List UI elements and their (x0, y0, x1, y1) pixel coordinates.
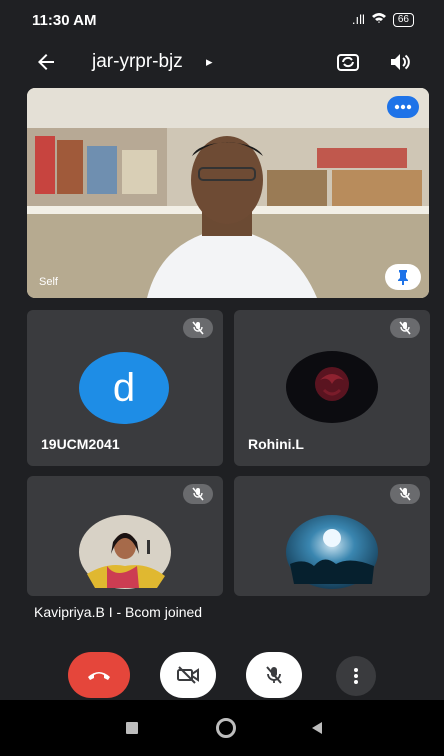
end-call-icon (88, 672, 110, 680)
battery-icon: 66 (392, 12, 414, 27)
meeting-top-bar: jar-yrpr-bjz ▸ (0, 44, 444, 84)
avatar (286, 351, 378, 423)
participant-tile[interactable]: d 19UCM2041 (27, 310, 223, 466)
video-off-icon (177, 666, 199, 684)
participant-tile[interactable]: Rohini.L (234, 310, 430, 466)
avatar (79, 515, 171, 589)
home-icon[interactable] (216, 718, 236, 738)
camera-switch-icon[interactable] (334, 48, 362, 76)
avatar-letter: d (112, 365, 136, 410)
more-vertical-icon (354, 668, 358, 684)
mic-off-icon (390, 484, 420, 504)
participant-name: 19UCM2041 (41, 436, 120, 452)
back-arrow-icon[interactable] (34, 50, 58, 74)
mic-off-icon (390, 318, 420, 338)
signal-icon: .ıll (351, 12, 365, 27)
speaker-icon[interactable] (388, 50, 412, 74)
camera-off-button[interactable] (160, 652, 216, 698)
participant-tile[interactable] (234, 476, 430, 596)
more-options-icon[interactable] (387, 96, 419, 118)
status-time: 11:30 AM (32, 12, 97, 29)
presenter-video-feed (27, 88, 429, 298)
end-call-button[interactable] (68, 652, 130, 698)
participant-name: Rohini.L (248, 436, 304, 452)
recent-apps-icon[interactable] (126, 722, 138, 734)
status-bar: 11:30 AM .ıll 66 (0, 0, 444, 40)
pin-icon[interactable] (385, 264, 421, 290)
back-nav-icon[interactable] (310, 720, 324, 736)
mic-off-icon (183, 484, 213, 504)
meeting-details-arrow-icon[interactable]: ▸ (206, 54, 213, 70)
mic-off-icon (183, 318, 213, 338)
microphone-off-button[interactable] (246, 652, 302, 698)
presenter-video-tile[interactable]: Self (27, 88, 429, 298)
more-options-button[interactable] (336, 656, 376, 696)
status-icons: .ıll 66 (352, 12, 414, 27)
avatar (286, 515, 378, 589)
wifi-icon (371, 12, 387, 27)
avatar: d (79, 352, 169, 424)
presenter-name-label: Self (39, 276, 58, 288)
mic-off-icon (266, 666, 282, 684)
meeting-code[interactable]: jar-yrpr-bjz (92, 51, 183, 73)
participant-joined-notification: Kavipriya.B I - Bcom joined (34, 604, 203, 620)
system-navigation-bar (0, 700, 444, 756)
participant-tile[interactable] (27, 476, 223, 596)
